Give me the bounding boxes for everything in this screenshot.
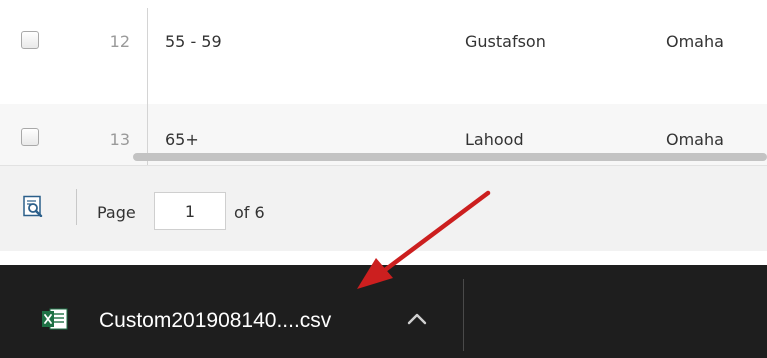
pager-divider [76,189,77,225]
pager-bar: Page of 6 [0,165,767,251]
row-number: 12 [109,32,130,51]
age-range-cell: 65+ [165,130,199,149]
age-range-cell: 55 - 59 [165,32,222,51]
page-number-input[interactable] [154,192,226,230]
horizontal-scrollbar[interactable] [133,153,767,161]
data-grid: 12 55 - 59 Gustafson Omaha 13 65+ Lahood… [0,0,767,165]
page-label: Page [97,203,136,222]
download-bar-divider [463,279,464,351]
city-cell: Omaha [666,32,724,51]
page-count-label: of 6 [234,203,265,222]
excel-file-icon[interactable] [41,308,68,330]
last-name-cell: Lahood [465,130,524,149]
column-divider [147,8,148,165]
row-checkbox[interactable] [21,31,39,49]
table-row[interactable]: 12 55 - 59 Gustafson Omaha [0,0,767,104]
search-page-icon[interactable] [22,195,44,217]
city-cell: Omaha [666,130,724,149]
row-number: 13 [109,130,130,149]
download-file-name[interactable]: Custom201908140....csv [99,309,331,333]
chevron-up-icon[interactable] [405,311,429,327]
last-name-cell: Gustafson [465,32,546,51]
row-checkbox[interactable] [21,128,39,146]
download-bar: Custom201908140....csv [0,265,767,358]
pager-bottom-strip [0,251,767,265]
